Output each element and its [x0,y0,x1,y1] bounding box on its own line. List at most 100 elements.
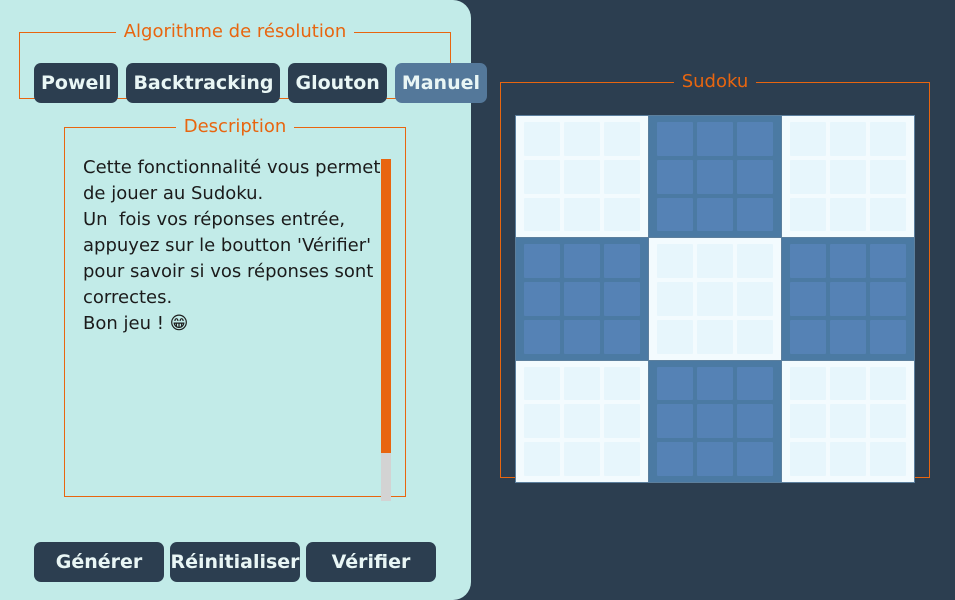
sudoku-cell[interactable] [657,282,693,316]
sudoku-cell[interactable] [870,282,906,316]
algorithm-group: Algorithme de résolution Powell Backtrac… [19,22,488,103]
sudoku-cell[interactable] [870,197,906,232]
sudoku-cell[interactable] [830,159,866,194]
sudoku-cell[interactable] [870,244,906,279]
sudoku-cell[interactable] [830,366,866,401]
sudoku-cell[interactable] [524,122,560,156]
sudoku-cell[interactable] [657,366,693,401]
sudoku-box [649,116,781,238]
sudoku-cell[interactable] [697,244,733,279]
sudoku-cell[interactable] [564,319,600,354]
sudoku-cell[interactable] [564,404,600,439]
sudoku-cell[interactable] [604,282,640,316]
sudoku-legend: Sudoku [681,71,749,92]
sudoku-cell[interactable] [737,366,773,401]
sudoku-cell[interactable] [604,122,640,156]
sudoku-cell[interactable] [564,122,600,156]
sudoku-cell[interactable] [870,319,906,354]
sudoku-cell[interactable] [737,159,773,194]
sudoku-cell[interactable] [790,122,826,156]
sudoku-cell[interactable] [657,404,693,439]
sudoku-cell[interactable] [604,404,640,439]
sudoku-cell[interactable] [830,244,866,279]
sudoku-cell[interactable] [524,404,560,439]
sudoku-cell[interactable] [657,442,693,476]
sudoku-cell[interactable] [697,159,733,194]
sudoku-cell[interactable] [697,442,733,476]
backtracking-button[interactable]: Backtracking [126,63,281,103]
sudoku-box [649,360,781,482]
description-scrollbar[interactable] [381,159,391,501]
sudoku-cell[interactable] [737,442,773,476]
sudoku-cell[interactable] [830,442,866,476]
scrollbar-thumb[interactable] [381,159,391,453]
sudoku-cell[interactable] [870,404,906,439]
sudoku-cell[interactable] [697,366,733,401]
sudoku-cell[interactable] [564,442,600,476]
sudoku-box [516,360,648,482]
sudoku-box [782,238,914,360]
sudoku-cell[interactable] [697,404,733,439]
action-buttons: Générer Réinitialiser Vérifier [34,542,436,582]
algorithm-buttons: Powell Backtracking Glouton Manuel [34,63,488,103]
sudoku-cell[interactable] [657,319,693,354]
sudoku-cell[interactable] [790,282,826,316]
sudoku-cell[interactable] [524,442,560,476]
sudoku-cell[interactable] [564,197,600,232]
sudoku-cell[interactable] [524,366,560,401]
sudoku-cell[interactable] [604,442,640,476]
sudoku-cell[interactable] [564,282,600,316]
sudoku-cell[interactable] [524,197,560,232]
sudoku-cell[interactable] [564,366,600,401]
sudoku-cell[interactable] [697,319,733,354]
reset-button[interactable]: Réinitialiser [170,542,300,582]
sudoku-cell[interactable] [790,319,826,354]
sudoku-cell[interactable] [790,244,826,279]
sudoku-cell[interactable] [657,159,693,194]
sudoku-cell[interactable] [870,159,906,194]
sudoku-cell[interactable] [524,244,560,279]
sudoku-cell[interactable] [737,244,773,279]
powell-button[interactable]: Powell [34,63,119,103]
sudoku-cell[interactable] [790,442,826,476]
description-text: Cette fonctionnalité vous permet de joue… [83,157,381,334]
sudoku-cell[interactable] [870,122,906,156]
sudoku-cell[interactable] [790,197,826,232]
sudoku-cell[interactable] [604,244,640,279]
sudoku-cell[interactable] [790,404,826,439]
sudoku-cell[interactable] [697,282,733,316]
sudoku-cell[interactable] [657,244,693,279]
sudoku-cell[interactable] [657,122,693,156]
sudoku-cell[interactable] [830,122,866,156]
sudoku-group: Sudoku [500,71,930,483]
sudoku-cell[interactable] [697,197,733,232]
sudoku-cell[interactable] [604,197,640,232]
sudoku-cell[interactable] [657,197,693,232]
sudoku-cell[interactable] [604,159,640,194]
sudoku-cell[interactable] [830,404,866,439]
sudoku-cell[interactable] [737,282,773,316]
sudoku-cell[interactable] [564,244,600,279]
sudoku-cell[interactable] [737,319,773,354]
sudoku-cell[interactable] [870,442,906,476]
sudoku-cell[interactable] [830,319,866,354]
sudoku-cell[interactable] [524,159,560,194]
sudoku-cell[interactable] [697,122,733,156]
sudoku-cell[interactable] [524,319,560,354]
sudoku-cell[interactable] [737,197,773,232]
sudoku-cell[interactable] [737,122,773,156]
sudoku-cell[interactable] [564,159,600,194]
sudoku-cell[interactable] [737,404,773,439]
sudoku-cell[interactable] [604,319,640,354]
glouton-button[interactable]: Glouton [288,63,387,103]
sudoku-cell[interactable] [790,366,826,401]
sudoku-cell[interactable] [830,197,866,232]
sudoku-cell[interactable] [830,282,866,316]
sudoku-cell[interactable] [870,366,906,401]
sudoku-cell[interactable] [790,159,826,194]
sudoku-cell[interactable] [524,282,560,316]
generate-button[interactable]: Générer [34,542,164,582]
manuel-button[interactable]: Manuel [394,63,488,103]
verify-button[interactable]: Vérifier [306,542,436,582]
sudoku-cell[interactable] [604,366,640,401]
